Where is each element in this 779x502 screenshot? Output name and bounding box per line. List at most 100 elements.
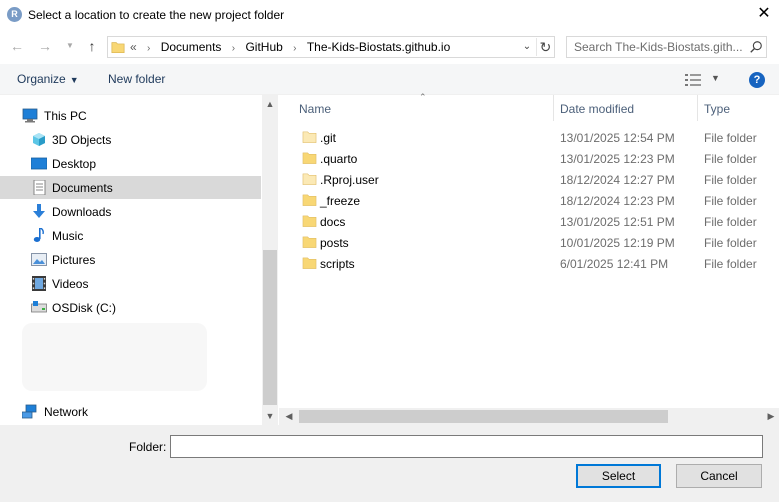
- folder-icon: [302, 236, 317, 248]
- file-row[interactable]: scripts 6/01/2025 12:41 PM File folder: [279, 253, 779, 274]
- caret-down-icon: ▼: [69, 75, 79, 85]
- file-date-modified: 13/01/2025 12:23 PM: [560, 152, 675, 166]
- breadcrumb-separator-icon[interactable]: ›: [140, 43, 157, 54]
- new-folder-button[interactable]: New folder: [108, 72, 165, 86]
- folder-icon: [302, 152, 317, 164]
- documents-icon: [33, 180, 46, 195]
- column-header-date-modified[interactable]: Date modified: [554, 95, 697, 121]
- horizontal-scrollbar[interactable]: ◀ ▶: [279, 408, 779, 425]
- cancel-button[interactable]: Cancel: [676, 464, 762, 488]
- chevron-right-icon[interactable]: ▶: [763, 409, 779, 424]
- music-note-icon: [33, 228, 44, 242]
- breadcrumb-separator-icon[interactable]: ›: [225, 43, 242, 54]
- file-row[interactable]: _freeze 18/12/2024 12:23 PM File folder: [279, 190, 779, 211]
- chevron-down-icon[interactable]: ▼: [262, 409, 278, 424]
- r-app-icon: R: [7, 7, 22, 22]
- arrow-up-icon: ↑: [88, 38, 96, 54]
- column-header-type[interactable]: Type: [698, 95, 779, 121]
- chevron-down-icon: ▼: [66, 41, 74, 50]
- file-name: .git: [320, 131, 337, 145]
- sidebar-item-label: Music: [52, 229, 84, 243]
- sidebar-item-3d-objects[interactable]: 3D Objects: [0, 128, 261, 151]
- sidebar-item-label: This PC: [44, 109, 87, 123]
- search-input[interactable]: [574, 40, 744, 54]
- cube-icon: [33, 133, 45, 146]
- sidebar-item-this-pc[interactable]: This PC: [0, 104, 261, 127]
- blurred-region: [22, 323, 207, 391]
- file-date-modified: 18/12/2024 12:27 PM: [560, 173, 675, 187]
- file-type: File folder: [704, 194, 757, 208]
- organize-button[interactable]: Organize ▼: [17, 72, 79, 86]
- select-button[interactable]: Select: [576, 464, 661, 488]
- breadcrumb-documents[interactable]: Documents: [161, 40, 222, 54]
- sidebar-item-videos[interactable]: Videos: [0, 272, 261, 295]
- file-row[interactable]: .quarto 13/01/2025 12:23 PM File folder: [279, 148, 779, 169]
- file-name: .Rproj.user: [320, 173, 379, 187]
- file-row[interactable]: .Rproj.user 18/12/2024 12:27 PM File folde…: [279, 169, 779, 190]
- sidebar-item-label: Documents: [52, 181, 113, 195]
- help-button[interactable]: ?: [749, 72, 765, 88]
- navigation-scrollbar[interactable]: ▲ ▼: [262, 95, 278, 425]
- column-header-label: Type: [704, 102, 731, 116]
- sidebar-item-label: Network: [44, 405, 89, 419]
- file-date-modified: 6/01/2025 12:41 PM: [560, 257, 669, 271]
- sidebar-item-label: Pictures: [52, 253, 96, 267]
- file-row[interactable]: posts 10/01/2025 12:19 PM File folder: [279, 232, 779, 253]
- address-history-button[interactable]: ⌄: [520, 39, 534, 55]
- network-icon: [22, 404, 37, 419]
- file-name: posts: [320, 236, 349, 250]
- refresh-button[interactable]: ↻: [536, 38, 554, 56]
- file-row[interactable]: docs 13/01/2025 12:51 PM File folder: [279, 211, 779, 232]
- column-header-name[interactable]: Name: [279, 95, 552, 121]
- search-box[interactable]: [566, 36, 767, 58]
- recent-locations-button[interactable]: ▼: [61, 37, 79, 55]
- file-date-modified: 13/01/2025 12:54 PM: [560, 131, 675, 145]
- file-row[interactable]: .git 13/01/2025 12:54 PM File folder: [279, 127, 779, 148]
- caret-down-icon: ▼: [711, 73, 720, 83]
- folder-field[interactable]: [170, 435, 763, 458]
- change-view-button[interactable]: ▼: [685, 72, 721, 88]
- file-date-modified: 13/01/2025 12:51 PM: [560, 215, 675, 229]
- window-title: Select a location to create the new proj…: [28, 8, 285, 22]
- folder-icon: [302, 257, 317, 269]
- arrow-left-icon: ←: [10, 38, 24, 54]
- close-button[interactable]: ✕: [756, 5, 772, 23]
- file-type: File folder: [704, 152, 757, 166]
- up-button[interactable]: ↑: [83, 37, 101, 55]
- breadcrumb-separator-icon[interactable]: ›: [286, 43, 303, 54]
- folder-icon: [302, 194, 317, 206]
- chevron-up-icon[interactable]: ▲: [262, 97, 278, 112]
- details-view-icon: [685, 74, 701, 86]
- sidebar-item-pictures[interactable]: Pictures: [0, 248, 261, 271]
- folder-icon: [302, 215, 317, 227]
- breadcrumb-repo[interactable]: The-Kids-Biostats.github.io: [307, 40, 450, 54]
- file-name: _freeze: [320, 194, 361, 208]
- breadcrumb-github[interactable]: GitHub: [245, 40, 282, 54]
- search-icon: [750, 41, 762, 53]
- file-name: .quarto: [320, 152, 358, 166]
- desktop-icon: [31, 157, 47, 170]
- refresh-icon: ↻: [539, 39, 552, 55]
- back-button[interactable]: ←: [8, 37, 26, 55]
- scrollbar-thumb[interactable]: [263, 250, 277, 405]
- file-type: File folder: [704, 173, 757, 187]
- sidebar-item-network[interactable]: Network: [0, 400, 261, 423]
- column-header-label: Date modified: [560, 102, 635, 116]
- breadcrumb-overflow[interactable]: «: [130, 40, 137, 54]
- sidebar-item-label: Downloads: [52, 205, 112, 219]
- scrollbar-thumb[interactable]: [299, 410, 668, 423]
- file-type: File folder: [704, 257, 757, 271]
- file-name: scripts: [320, 257, 355, 271]
- sidebar-item-music[interactable]: Music: [0, 224, 261, 247]
- sidebar-item-documents[interactable]: Documents: [0, 176, 261, 199]
- download-icon: [33, 204, 45, 218]
- address-bar[interactable]: « › Documents › GitHub › The-Kids-Biosta…: [107, 36, 555, 58]
- sidebar-item-downloads[interactable]: Downloads: [0, 200, 261, 223]
- sidebar-item-label: Videos: [52, 277, 89, 291]
- forward-button[interactable]: →: [36, 37, 54, 55]
- sidebar-item-label: Desktop: [52, 157, 97, 171]
- sidebar-item-osdisk[interactable]: OSDisk (C:): [0, 296, 261, 319]
- sidebar-item-desktop[interactable]: Desktop: [0, 152, 261, 175]
- chevron-left-icon[interactable]: ◀: [281, 409, 297, 424]
- organize-label: Organize: [17, 72, 66, 86]
